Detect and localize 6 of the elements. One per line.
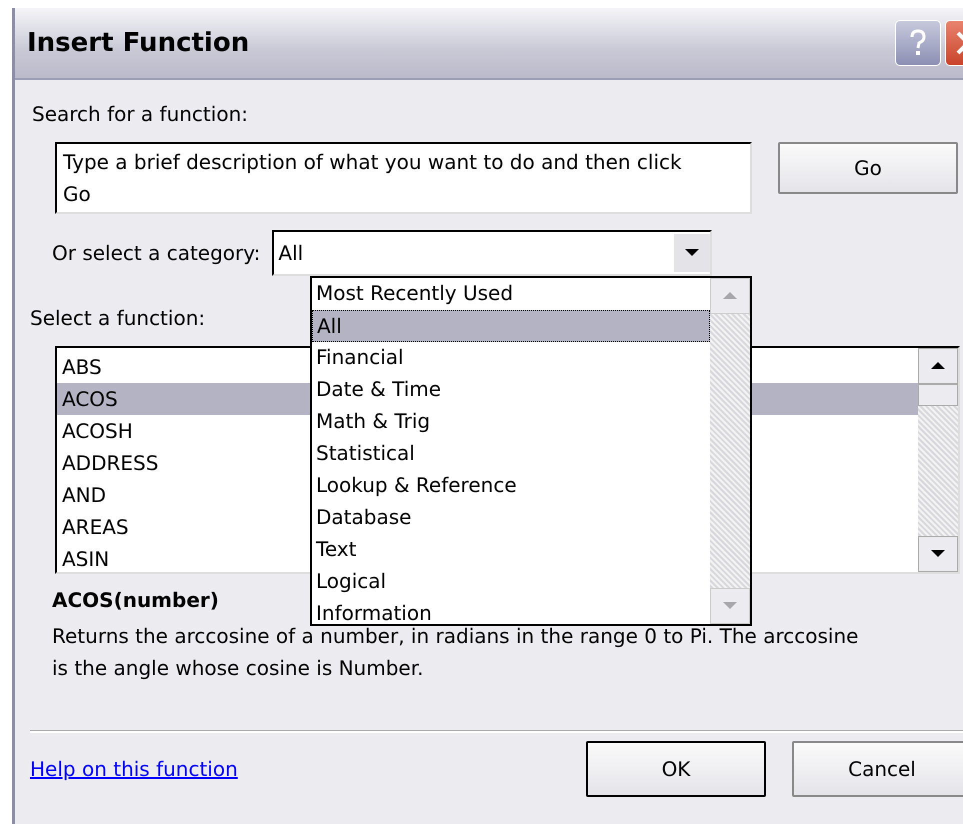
search-label: Search for a function: [32, 102, 248, 126]
function-signature: ACOS(number) [52, 588, 219, 612]
function-description: Returns the arccosine of a number, in radians in the range 0 to Pi. The arccosine is the angle whose cosine is Number. [52, 623, 860, 682]
category-label: Or select a category: [52, 241, 260, 265]
function-list-label: Select a function: [30, 306, 206, 330]
window-title: Insert Function [27, 28, 250, 58]
